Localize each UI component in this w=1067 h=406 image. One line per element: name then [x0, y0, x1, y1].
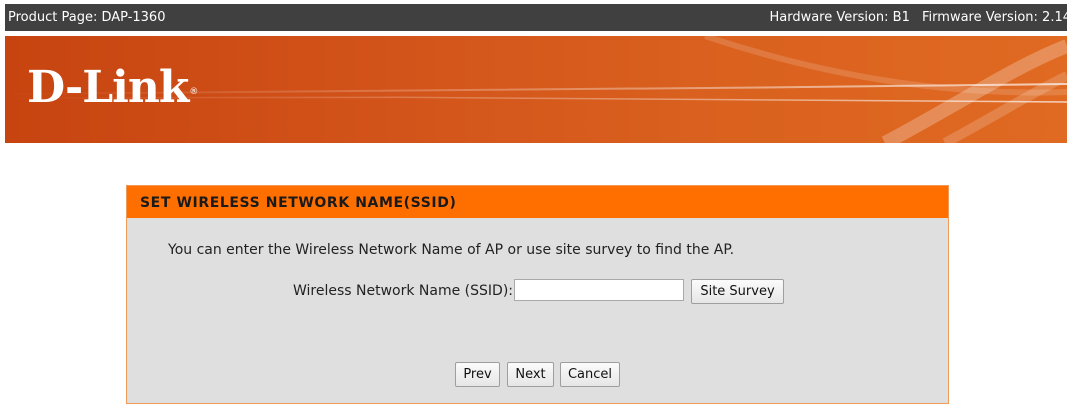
next-button[interactable]: Next — [507, 362, 554, 387]
firmware-version: Firmware Version: 2.14 — [922, 10, 1067, 25]
hardware-version: Hardware Version: B1 — [769, 10, 910, 25]
ssid-label: Wireless Network Name (SSID): — [293, 283, 514, 299]
dlink-logo-text: D-Link — [27, 62, 189, 113]
panel-title-bar: SET WIRELESS NETWORK NAME(SSID) — [127, 186, 948, 218]
site-survey-button[interactable]: Site Survey — [691, 279, 784, 304]
prev-button[interactable]: Prev — [455, 362, 500, 387]
header-banner: D-Link® — [5, 36, 1067, 143]
panel-title: SET WIRELESS NETWORK NAME(SSID) — [140, 195, 457, 211]
version-info: Hardware Version: B1 Firmware Version: 2… — [769, 4, 1067, 31]
instruction-text: You can enter the Wireless Network Name … — [168, 242, 735, 258]
ssid-input[interactable] — [514, 279, 684, 301]
top-info-bar: Product Page: DAP-1360 Hardware Version:… — [5, 4, 1067, 31]
ssid-row: Wireless Network Name (SSID): — [127, 279, 948, 305]
dlink-logo: D-Link® — [27, 62, 198, 114]
cancel-button[interactable]: Cancel — [560, 362, 620, 387]
product-page-label: Product Page: DAP-1360 — [8, 10, 166, 25]
registered-mark: ® — [189, 87, 198, 97]
ssid-setup-panel: SET WIRELESS NETWORK NAME(SSID) You can … — [126, 185, 949, 404]
